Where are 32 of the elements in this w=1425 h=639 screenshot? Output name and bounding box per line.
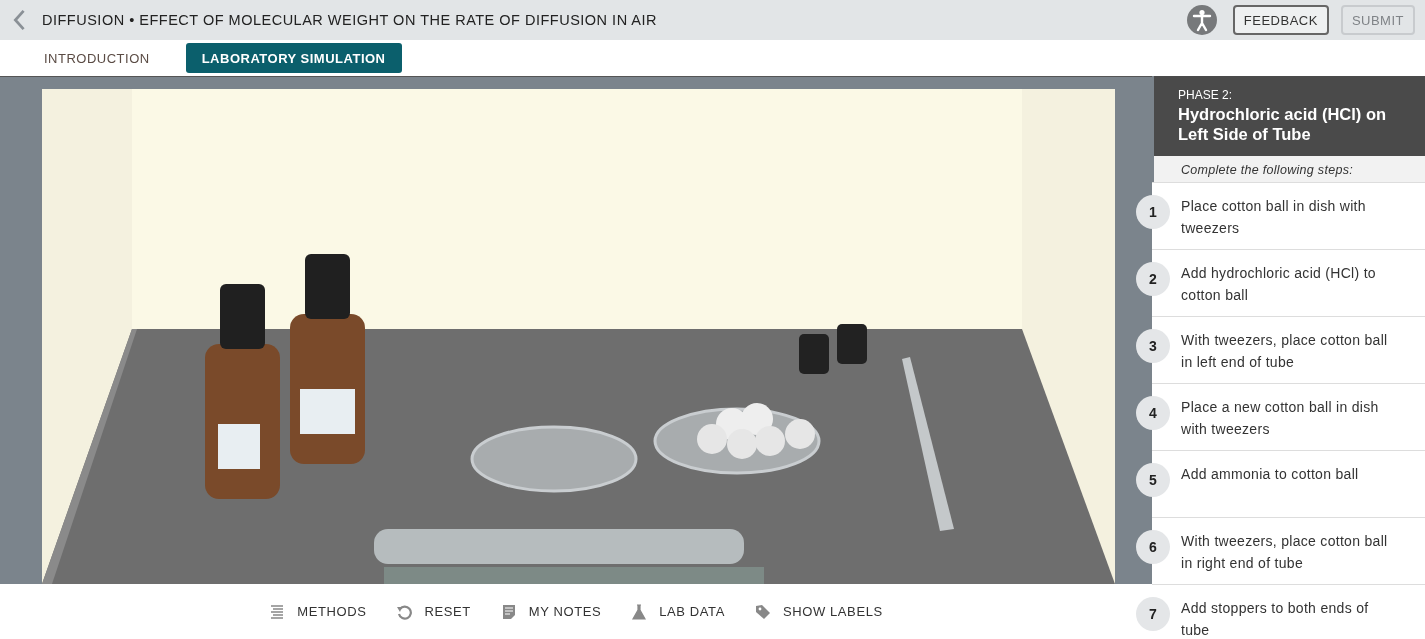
phase-title: Hydrochloric acid (HCl) on Left Side of Tube bbox=[1178, 104, 1388, 144]
tab[interactable]: LABORATORY SIMULATION bbox=[185, 43, 402, 73]
step-text: Add stoppers to both ends of tube bbox=[1181, 599, 1370, 639]
step-number: 2 bbox=[1136, 262, 1170, 296]
toolbar-button[interactable]: SHOW LABELS bbox=[754, 603, 883, 620]
step-text: With tweezers, place cotton ball in left end of tube bbox=[1181, 331, 1389, 372]
step-text: Place a new cotton ball in dish with tweezers bbox=[1181, 398, 1380, 439]
step-text: Add hydrochloric acid (HCl) to cotton ball bbox=[1181, 264, 1377, 305]
step-number: 7 bbox=[1136, 597, 1170, 631]
accessibility-icon[interactable] bbox=[1186, 5, 1217, 35]
reset-icon bbox=[396, 603, 413, 620]
toolbar-button[interactable]: LAB DATA bbox=[631, 603, 725, 620]
header-button[interactable]: FEEDBACK bbox=[1232, 5, 1329, 35]
phase-label: PHASE 2: bbox=[1178, 88, 1234, 102]
instruction-text: Complete the following steps: bbox=[1154, 156, 1425, 182]
step-text: Add ammonia to cotton ball bbox=[1181, 465, 1360, 484]
flask-icon bbox=[631, 603, 648, 620]
page-title: DIFFUSION • EFFECT OF MOLECULAR WEIGHT ON THE RATE OF DIFFUSION IN AIR bbox=[42, 12, 657, 28]
tag-icon bbox=[754, 603, 771, 620]
toolbar-button[interactable]: RESET bbox=[396, 603, 471, 620]
step-number: 1 bbox=[1136, 195, 1170, 229]
toolbar-button[interactable]: METHODS bbox=[269, 603, 367, 620]
step-number: 6 bbox=[1136, 530, 1170, 564]
list-icon bbox=[269, 603, 286, 620]
step-text: Place cotton ball in dish with tweezers bbox=[1181, 197, 1367, 238]
step-number: 3 bbox=[1136, 329, 1170, 363]
toolbar-button[interactable]: MY NOTES bbox=[500, 603, 602, 620]
tab[interactable]: INTRODUCTION bbox=[28, 43, 166, 73]
step-number: 5 bbox=[1136, 463, 1170, 497]
step-number: 4 bbox=[1136, 396, 1170, 430]
notes-icon bbox=[500, 603, 517, 620]
step-text: With tweezers, place cotton ball in right end of tube bbox=[1181, 532, 1389, 573]
